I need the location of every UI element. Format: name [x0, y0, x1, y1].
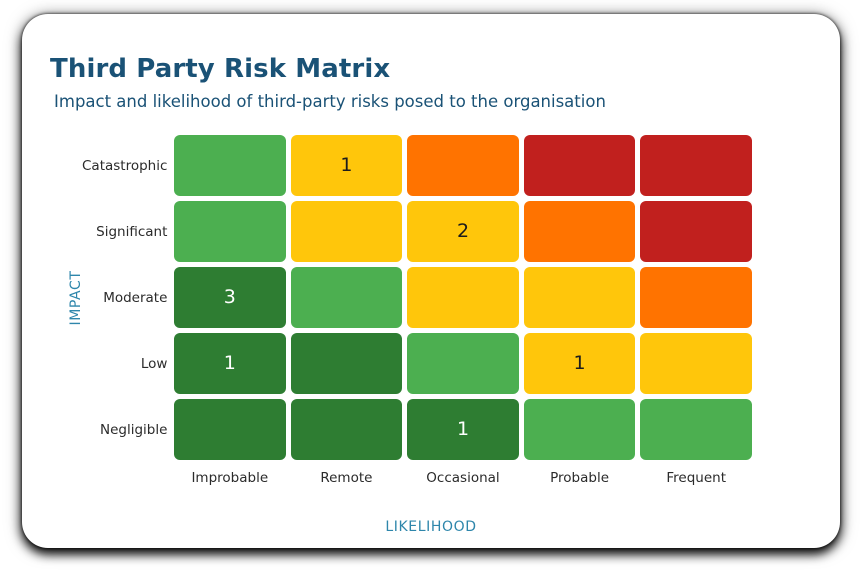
- screenshot-canvas: Third Party Risk Matrix Impact and likel…: [0, 0, 868, 578]
- risk-cell-low-remote[interactable]: [290, 333, 403, 394]
- page-title: Third Party Risk Matrix: [50, 54, 391, 84]
- risk-matrix-grid: 1 2 3 1 1 1: [174, 135, 752, 460]
- risk-cell-negligible-improbable[interactable]: [174, 399, 286, 460]
- risk-cell-low-occasional[interactable]: [407, 333, 519, 394]
- risk-cell-count: 3: [223, 286, 236, 308]
- likelihood-label-occasional: Occasional: [426, 470, 500, 486]
- risk-cell-low-frequent[interactable]: [640, 333, 752, 394]
- risk-cell-negligible-frequent[interactable]: [640, 399, 752, 460]
- likelihood-label-remote: Remote: [320, 470, 373, 486]
- likelihood-axis-title: LIKELIHOOD: [385, 519, 477, 535]
- risk-cell-moderate-frequent[interactable]: [640, 267, 752, 328]
- risk-cell-significant-frequent[interactable]: [640, 201, 752, 262]
- risk-cell-count: 1: [223, 352, 236, 374]
- risk-cell-catastrophic-probable[interactable]: [523, 135, 636, 196]
- risk-cell-moderate-remote[interactable]: [290, 267, 403, 328]
- impact-label-negligible: Negligible: [99, 421, 168, 438]
- risk-cell-significant-occasional[interactable]: 2: [407, 201, 519, 262]
- risk-cell-significant-remote[interactable]: [290, 201, 403, 262]
- risk-cell-catastrophic-frequent[interactable]: [640, 135, 752, 196]
- likelihood-axis-labels: Improbable Remote Occasional Probable Freque…: [174, 470, 752, 486]
- impact-axis-labels: Catastrophic Significant Moderate Low Neglig…: [82, 135, 168, 460]
- risk-cell-catastrophic-improbable[interactable]: [174, 135, 286, 196]
- likelihood-label-probable: Probable: [550, 470, 610, 486]
- risk-cell-moderate-improbable[interactable]: 3: [174, 267, 286, 328]
- risk-cell-low-improbable[interactable]: 1: [174, 333, 286, 394]
- likelihood-label-improbable: Improbable: [191, 470, 269, 486]
- risk-matrix-card: Third Party Risk Matrix Impact and likel…: [22, 14, 840, 548]
- risk-cell-low-probable[interactable]: 1: [523, 333, 636, 394]
- risk-cell-count: 1: [340, 154, 353, 176]
- impact-label-moderate: Moderate: [103, 289, 168, 306]
- impact-label-catastrophic: Catastrophic: [82, 157, 168, 174]
- risk-cell-moderate-probable[interactable]: [523, 267, 636, 328]
- risk-cell-moderate-occasional[interactable]: [407, 267, 519, 328]
- risk-cell-significant-improbable[interactable]: [174, 201, 286, 262]
- risk-cell-negligible-remote[interactable]: [290, 399, 403, 460]
- risk-cell-count: 1: [573, 352, 586, 374]
- risk-cell-catastrophic-occasional[interactable]: [407, 135, 519, 196]
- risk-cell-count: 1: [456, 418, 470, 440]
- impact-label-significant: Significant: [96, 223, 168, 240]
- page-subtitle: Impact and likelihood of third-party ris…: [54, 92, 606, 111]
- likelihood-label-frequent: Frequent: [666, 470, 726, 486]
- risk-cell-count: 2: [456, 220, 470, 242]
- impact-label-low: Low: [140, 355, 168, 372]
- risk-cell-negligible-probable[interactable]: [523, 399, 636, 460]
- risk-cell-catastrophic-remote[interactable]: 1: [290, 135, 403, 196]
- risk-cell-significant-probable[interactable]: [523, 201, 636, 262]
- risk-cell-negligible-occasional[interactable]: 1: [407, 399, 519, 460]
